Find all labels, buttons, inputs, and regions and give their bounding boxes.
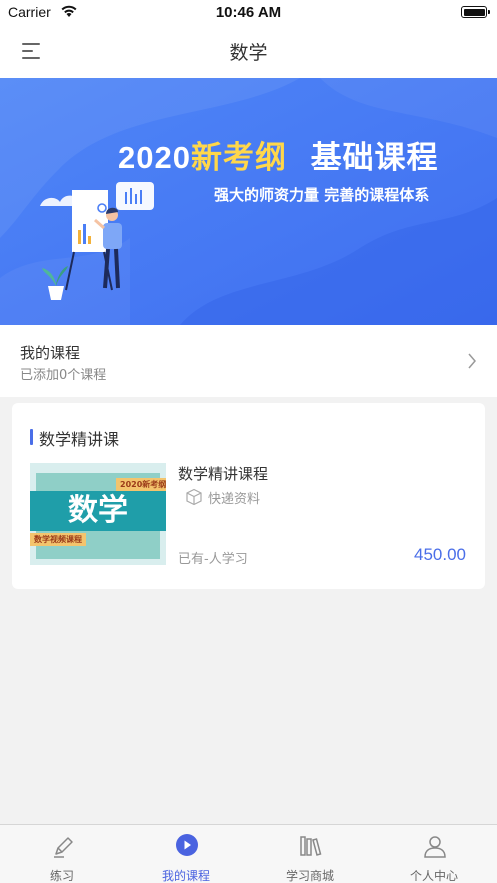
thumbnail-tag-bottom: 数学视频课程 xyxy=(30,533,86,546)
my-courses-count: 已添加0个课程 xyxy=(20,368,107,383)
section-title: 数学精讲课 xyxy=(39,430,120,449)
play-icon xyxy=(176,834,198,856)
section-accent-bar xyxy=(30,429,33,445)
my-courses-row[interactable]: 我的课程 已添加0个课程 xyxy=(0,325,497,397)
tab-practice[interactable]: 练习 xyxy=(0,825,124,883)
tab-label: 学习商城 xyxy=(285,869,334,883)
banner-year: 2020 xyxy=(118,140,191,175)
package-icon xyxy=(186,488,202,506)
user-icon xyxy=(424,836,446,858)
tab-store[interactable]: 学习商城 xyxy=(248,825,372,883)
chevron-right-icon xyxy=(468,353,476,369)
course-thumbnail: 2020新考纲 数学 数学视频课程 xyxy=(30,463,166,565)
tab-my-courses[interactable]: 我的课程 xyxy=(124,825,248,883)
my-courses-label: 我的课程 xyxy=(20,344,81,362)
course-price: 450.00 xyxy=(414,545,466,564)
tab-profile[interactable]: 个人中心 xyxy=(372,825,496,883)
course-list-item[interactable]: 2020新考纲 数学 数学视频课程 数学精讲课程 快递资料 已有-人学习 450… xyxy=(30,463,468,567)
status-bar: Carrier 10:46 AM xyxy=(0,0,497,26)
tab-label: 个人中心 xyxy=(409,869,458,883)
banner-headline-rest: 基础课程 xyxy=(310,140,439,176)
thumbnail-big-text: 数学 xyxy=(68,493,128,528)
learner-count: 已有-人学习 xyxy=(178,552,248,567)
clock: 10:46 AM xyxy=(215,4,282,21)
promo-banner[interactable]: 2020新考纲 基础课程 强大的师资力量 完善的课程体系 xyxy=(0,78,497,325)
books-icon xyxy=(300,836,322,856)
course-section-card: 数学精讲课 2020新考纲 数学 数学视频课程 数学精讲课程 快递资料 已有-人… xyxy=(12,403,485,589)
banner-subtitle: 强大的师资力量 完善的课程体系 xyxy=(214,186,430,204)
course-title: 数学精讲课程 xyxy=(178,465,269,483)
tab-bar: 练习 我的课程 学习商城 个人中心 xyxy=(0,824,497,883)
pencil-icon xyxy=(54,837,73,858)
tab-label: 我的课程 xyxy=(161,869,210,883)
banner-headline: 2020新考纲 基础课程 xyxy=(118,132,439,177)
nav-bar: 数学 xyxy=(0,26,497,78)
tab-label: 练习 xyxy=(49,869,74,883)
thumbnail-tag-top: 2020新考纲 xyxy=(116,478,166,491)
banner-highlight: 新考纲 xyxy=(190,140,287,176)
battery-icon xyxy=(461,6,490,18)
page-title: 数学 xyxy=(229,42,268,64)
delivery-label: 快递资料 xyxy=(208,492,261,507)
